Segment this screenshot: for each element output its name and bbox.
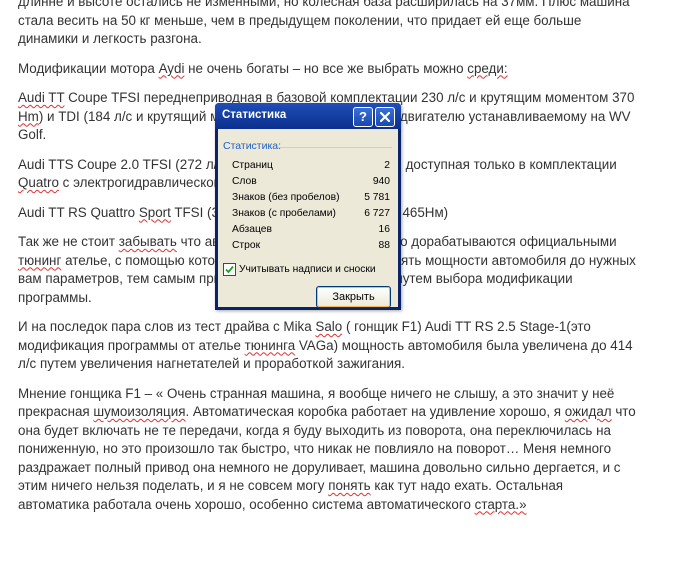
dialog-titlebar[interactable]: Статистика ? xyxy=(215,103,401,129)
misspelled-word: шумоизоляция xyxy=(93,404,186,419)
statistics-group-label: Статистика: xyxy=(223,140,282,152)
checkmark-icon xyxy=(225,265,234,274)
stat-value: 88 xyxy=(378,240,390,251)
misspelled-word: Salo xyxy=(315,319,343,334)
text-run: . Автоматическая коробка работает на уди… xyxy=(185,404,565,419)
close-window-button[interactable] xyxy=(375,107,395,127)
stat-value: 16 xyxy=(378,224,390,235)
stat-row: Страниц 2 xyxy=(232,158,390,174)
misspelled-word: среди: xyxy=(467,60,508,76)
statistics-list: Страниц 2 Слов 940 Знаков (без пробелов) 5 … xyxy=(232,158,390,254)
stat-row: Знаков (с пробелами) 6 727 xyxy=(232,206,390,222)
statistics-dialog: Статистика ? Статистика: Страниц 2 Слов 94… xyxy=(215,103,401,310)
stat-value: 5 781 xyxy=(364,192,390,203)
stat-label: Строк xyxy=(232,240,261,251)
stat-row: Слов 940 xyxy=(232,174,390,190)
help-button[interactable]: ? xyxy=(353,107,373,127)
paragraph: И на последок пара слов из тест драйва с… xyxy=(18,318,638,374)
stat-row: Абзацев 16 xyxy=(232,222,390,238)
stat-label: Абзацев xyxy=(232,224,272,235)
misspelled-word: Quatro xyxy=(18,175,59,190)
stat-value: 2 xyxy=(384,160,390,171)
misspelled-word: Aydi xyxy=(158,60,185,76)
checkbox-box[interactable] xyxy=(223,263,236,276)
dialog-body: Статистика: Страниц 2 Слов 940 Знаков (без… xyxy=(218,129,398,308)
misspelled-word: Нm xyxy=(18,108,39,124)
paragraph: Модификации мотора Aydi не очень богаты … xyxy=(18,60,638,79)
stat-label: Слов xyxy=(232,176,257,187)
misspelled-word: тюнинга xyxy=(244,337,296,353)
close-icon xyxy=(380,112,390,122)
checkbox-label: Учитывать надписи и сноски xyxy=(239,264,376,275)
stat-row: Строк 88 xyxy=(232,238,390,254)
misspelled-word: ожидал xyxy=(564,404,612,419)
text-run: не очень богаты – но все же выбрать можн… xyxy=(184,60,468,76)
text-run: длинне и высоте остались не изменными, н… xyxy=(18,0,630,46)
stat-row: Знаков (без пробелов) 5 781 xyxy=(232,190,390,206)
dialog-title: Статистика xyxy=(222,109,287,121)
misspelled-word: Sport xyxy=(138,204,171,220)
stat-label: Знаков (с пробелами) xyxy=(232,208,336,219)
paragraph: длинне и высоте остались не изменными, н… xyxy=(18,0,638,49)
misspelled-word: Audi TT xyxy=(18,90,65,105)
stat-value: 940 xyxy=(372,176,390,187)
text-run: И на последок пара слов из тест драйва с… xyxy=(18,319,316,334)
misspelled-word: понять xyxy=(328,478,371,493)
stat-label: Знаков (без пробелов) xyxy=(232,192,340,203)
misspelled-word: тюнинг xyxy=(18,252,62,268)
text-run: Audi TT RS Quattro xyxy=(18,204,139,220)
text-run: Так же не стоит xyxy=(18,234,119,249)
group-divider xyxy=(278,147,392,148)
paragraph: Мнение гонщика F1 – « Очень странная маш… xyxy=(18,385,638,515)
text-run: Модификации мотора xyxy=(18,60,159,76)
stat-value: 6 727 xyxy=(364,208,390,219)
misspelled-word: старта.» xyxy=(474,496,527,512)
include-textboxes-checkbox[interactable]: Учитывать надписи и сноски xyxy=(223,263,376,276)
close-button[interactable]: Закрыть xyxy=(316,286,391,308)
misspelled-word: забывать xyxy=(118,234,177,249)
stat-label: Страниц xyxy=(232,160,273,171)
